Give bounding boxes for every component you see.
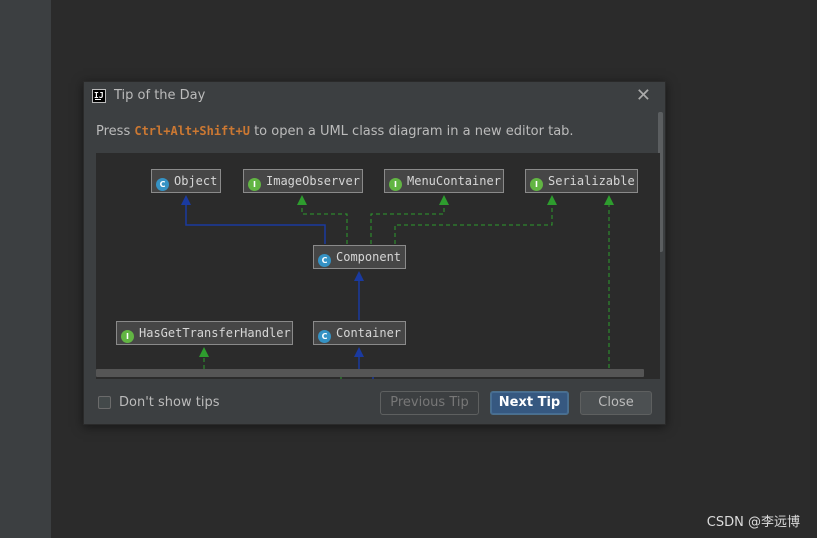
uml-node-serializable: I Serializable [525, 169, 638, 193]
interface-icon: I [389, 178, 402, 191]
class-icon: C [318, 330, 331, 343]
uml-node-hasgettransferhandler: I HasGetTransferHandler [116, 321, 293, 345]
uml-node-imageobserver: I ImageObserver [243, 169, 363, 193]
arrow-serializable [547, 195, 557, 205]
close-icon[interactable]: ✕ [636, 85, 651, 106]
dont-show-tips-label[interactable]: Don't show tips [119, 395, 219, 410]
tip-shortcut: Ctrl+Alt+Shift+U [134, 124, 250, 138]
uml-diagram-image: C Object I ImageObserver I MenuContainer IS… [96, 153, 660, 379]
next-tip-button[interactable]: Next Tip [490, 391, 569, 415]
interface-icon: I [121, 330, 134, 343]
dialog-title: Tip of the Day [114, 88, 206, 103]
tip-of-the-day-dialog: IJ Tip of the Day ✕ Press Ctrl+Alt+Shift… [83, 81, 666, 425]
edge-component-object [185, 203, 326, 244]
arrow-menucontainer [439, 195, 449, 205]
node-label: Object [174, 174, 218, 188]
uml-node-object: C Object [151, 169, 221, 193]
abstract-class-icon: C [318, 254, 331, 267]
node-label: Component [336, 250, 402, 264]
tip-prefix: Press [96, 124, 135, 139]
watermark: CSDN @李远博 [706, 515, 800, 530]
edge-component-menucontainer [370, 203, 445, 244]
dialog-footer: Don't show tips Previous Tip Next Tip Cl… [84, 380, 665, 424]
close-button[interactable]: Close [580, 391, 652, 415]
node-label: Container [336, 326, 402, 340]
uml-node-container: C Container [313, 321, 406, 345]
arrow-imageobserver [297, 195, 307, 205]
dont-show-tips-checkbox[interactable] [98, 396, 111, 409]
intellij-icon: IJ [92, 89, 106, 103]
diagram-horizontal-scrollbar[interactable] [96, 369, 644, 377]
node-label: Serializable [548, 174, 635, 188]
uml-node-component: C Component [313, 245, 406, 269]
left-sidebar-strip [0, 0, 51, 538]
interface-icon: I [530, 178, 543, 191]
arrow-hasgettransferhandler [199, 347, 209, 357]
arrow-serializable-2 [604, 195, 614, 205]
edge-container-serializable [404, 203, 610, 374]
node-label: ImageObserver [266, 174, 360, 188]
interface-icon: I [248, 178, 261, 191]
edge-component-serializable [394, 203, 553, 244]
dialog-titlebar: IJ Tip of the Day ✕ [84, 82, 665, 110]
tip-suffix: to open a UML class diagram in a new edi… [249, 124, 574, 139]
tip-text: Press Ctrl+Alt+Shift+U to open a UML cla… [96, 124, 574, 139]
arrow-component [354, 271, 364, 281]
uml-node-menucontainer: I MenuContainer [384, 169, 504, 193]
arrow-container [354, 347, 364, 357]
node-label: MenuContainer [407, 174, 501, 188]
previous-tip-button[interactable]: Previous Tip [380, 391, 479, 415]
node-label: HasGetTransferHandler [139, 326, 291, 340]
arrow-object [181, 195, 191, 205]
class-icon: C [156, 178, 169, 191]
